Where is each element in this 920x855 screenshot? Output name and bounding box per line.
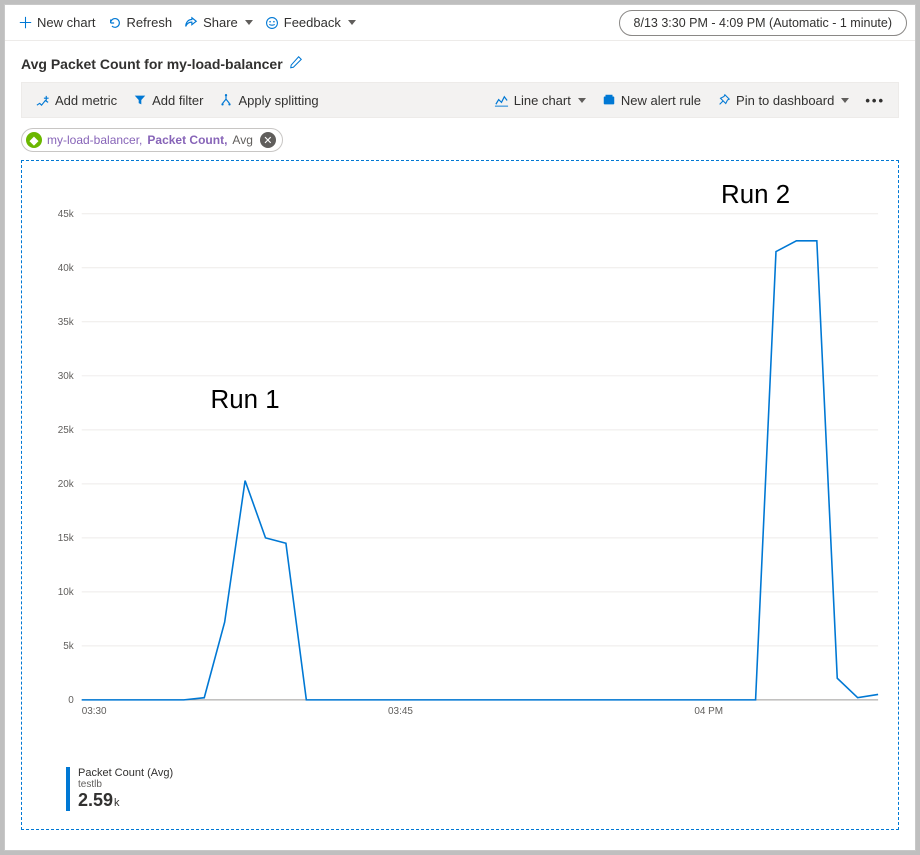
legend-value: 2.59k (78, 790, 173, 811)
add-filter-label: Add filter (152, 93, 203, 108)
legend-series-name: Packet Count (Avg) (78, 767, 173, 779)
svg-text:Run 1: Run 1 (211, 386, 280, 414)
top-action-bar: New chart Refresh Share Feedback 8/13 3:… (5, 5, 915, 41)
chip-resource: my-load-balancer, (47, 133, 142, 147)
add-metric-icon (35, 93, 50, 108)
chart-title-row: Avg Packet Count for my-load-balancer (21, 55, 899, 72)
chevron-down-icon (578, 98, 586, 103)
resource-icon: ◆ (26, 132, 42, 148)
plus-icon (19, 16, 32, 29)
chevron-down-icon (348, 20, 356, 25)
metric-chip[interactable]: ◆ my-load-balancer, Packet Count, Avg ✕ (21, 128, 283, 152)
chip-aggregation: Avg (232, 133, 252, 147)
line-chart-icon (494, 93, 509, 108)
new-chart-button[interactable]: New chart (13, 9, 102, 37)
add-filter-button[interactable]: Add filter (126, 85, 210, 115)
chevron-down-icon (245, 20, 253, 25)
svg-text:40k: 40k (58, 263, 74, 274)
refresh-button[interactable]: Refresh (102, 9, 179, 37)
new-alert-label: New alert rule (621, 93, 701, 108)
chart-plot-container: 0 5k 10k 15k 20k 25k 30k 35k 40k 45k 03:30 03:45 04 … (21, 160, 899, 830)
chart-legend[interactable]: Packet Count (Avg) testlb 2.59k (66, 767, 173, 811)
feedback-label: Feedback (284, 15, 341, 30)
svg-text:Run 2: Run 2 (721, 181, 790, 209)
time-range-label: 8/13 3:30 PM - 4:09 PM (Automatic - 1 mi… (634, 16, 892, 30)
apply-splitting-button[interactable]: Apply splitting (212, 85, 325, 115)
svg-text:5k: 5k (63, 641, 74, 652)
pin-dashboard-label: Pin to dashboard (736, 93, 834, 108)
refresh-label: Refresh (127, 15, 173, 30)
edit-title-button[interactable] (289, 55, 303, 72)
svg-text:30k: 30k (58, 371, 74, 382)
pin-dashboard-button[interactable]: Pin to dashboard (710, 85, 856, 115)
add-metric-label: Add metric (55, 93, 117, 108)
svg-text:35k: 35k (58, 317, 74, 328)
svg-text:10k: 10k (58, 587, 74, 598)
feedback-button[interactable]: Feedback (259, 9, 362, 37)
pin-icon (717, 93, 731, 107)
svg-text:03:30: 03:30 (82, 706, 107, 717)
svg-text:03:45: 03:45 (388, 706, 413, 717)
time-range-pill[interactable]: 8/13 3:30 PM - 4:09 PM (Automatic - 1 mi… (619, 10, 907, 36)
metric-chip-row: ◆ my-load-balancer, Packet Count, Avg ✕ (21, 128, 899, 152)
add-metric-button[interactable]: Add metric (28, 85, 124, 115)
share-label: Share (203, 15, 238, 30)
close-icon: ✕ (263, 134, 272, 147)
line-chart-svg[interactable]: 0 5k 10k 15k 20k 25k 30k 35k 40k 45k 03:30 03:45 04 … (22, 161, 898, 741)
new-chart-label: New chart (37, 15, 96, 30)
alert-icon (602, 93, 616, 107)
metrics-panel: New chart Refresh Share Feedback 8/13 3:… (4, 4, 916, 851)
remove-chip-button[interactable]: ✕ (260, 132, 276, 148)
filter-icon (133, 93, 147, 107)
svg-text:04 PM: 04 PM (694, 706, 723, 717)
svg-text:45k: 45k (58, 209, 74, 220)
svg-text:20k: 20k (58, 479, 74, 490)
svg-text:25k: 25k (58, 425, 74, 436)
legend-text: Packet Count (Avg) testlb 2.59k (78, 767, 173, 811)
refresh-icon (108, 16, 122, 30)
legend-color-bar (66, 767, 70, 811)
chip-metric: Packet Count, (147, 133, 227, 147)
pencil-icon (289, 55, 303, 69)
split-icon (219, 93, 233, 107)
apply-splitting-label: Apply splitting (238, 93, 318, 108)
chart-toolbar: Add metric Add filter Apply splitting Li (21, 82, 899, 118)
legend-resource-name: testlb (78, 779, 173, 790)
more-options-button[interactable]: ••• (858, 85, 892, 115)
new-alert-button[interactable]: New alert rule (595, 85, 708, 115)
ellipsis-icon: ••• (865, 93, 885, 108)
share-button[interactable]: Share (178, 9, 259, 37)
chevron-down-icon (841, 98, 849, 103)
chart-title: Avg Packet Count for my-load-balancer (21, 56, 283, 72)
share-icon (184, 16, 198, 30)
svg-text:15k: 15k (58, 533, 74, 544)
smiley-icon (265, 16, 279, 30)
chart-type-button[interactable]: Line chart (487, 85, 593, 115)
chart-type-label: Line chart (514, 93, 571, 108)
chart-area: Avg Packet Count for my-load-balancer Ad… (5, 41, 915, 846)
svg-text:0: 0 (68, 695, 74, 706)
